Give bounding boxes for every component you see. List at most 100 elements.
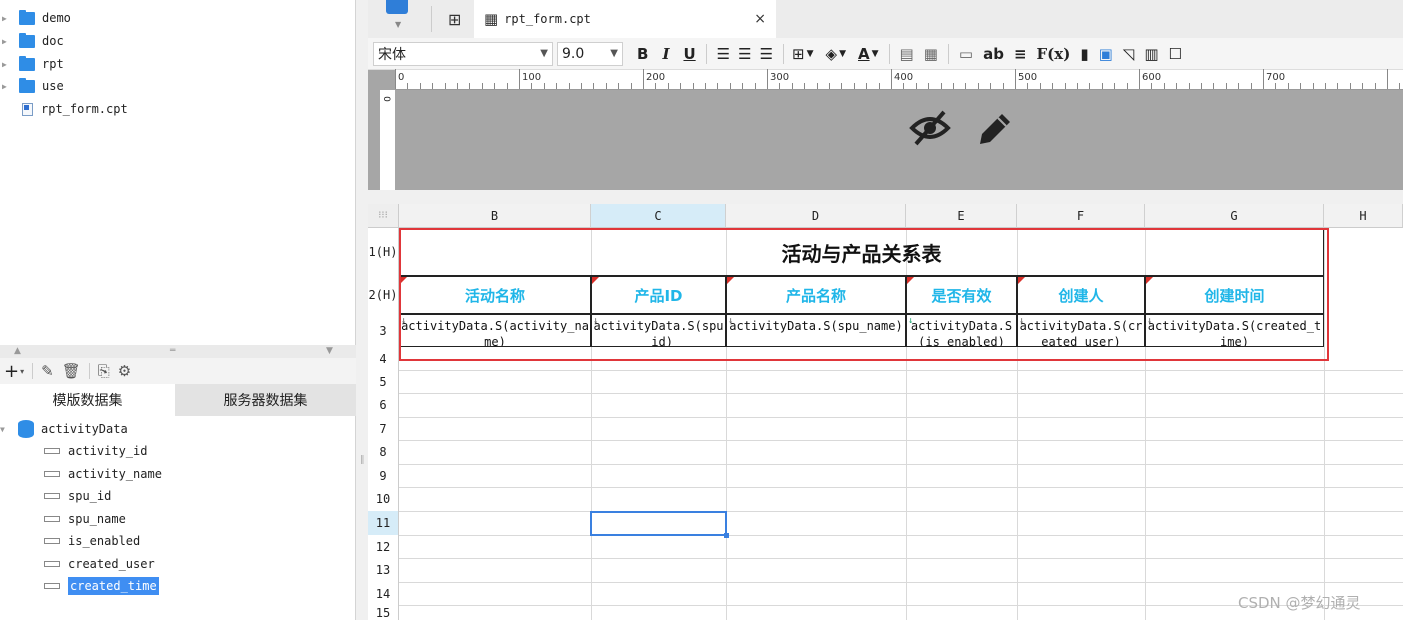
expand-arrow-icon[interactable]: ▶: [2, 82, 12, 91]
ruler-tick: [457, 83, 458, 89]
field-item[interactable]: spu_id: [44, 485, 111, 507]
ruler-tick: [395, 69, 396, 89]
field-item[interactable]: activity_id: [44, 440, 147, 462]
row-header[interactable]: 4: [368, 347, 399, 370]
expand-arrow-icon[interactable]: ▶: [2, 37, 12, 46]
fill-dropdown-icon[interactable]: ▼: [839, 49, 846, 59]
ruler-tick: [1139, 69, 1140, 89]
tree-item-use[interactable]: ▶ use: [0, 75, 64, 97]
split-cells-icon[interactable]: ▦: [924, 45, 938, 63]
row-header[interactable]: 11: [368, 511, 399, 535]
insert-subreport-icon[interactable]: ▥: [1144, 45, 1158, 63]
row-header[interactable]: 14: [368, 582, 399, 605]
font-size-select[interactable]: 9.0 ▼: [557, 41, 623, 66]
merge-cells-icon[interactable]: ▤: [900, 45, 914, 63]
row-header[interactable]: 13: [368, 558, 399, 582]
fill-color-icon[interactable]: ◈: [826, 45, 838, 63]
column-header-e[interactable]: E: [906, 204, 1017, 228]
insert-chart-icon[interactable]: ▮: [1080, 45, 1088, 63]
expand-arrow-icon[interactable]: ▶: [2, 14, 12, 23]
delete-dataset-icon[interactable]: 🗑: [62, 362, 81, 380]
add-dropdown-icon[interactable]: ▾: [20, 367, 24, 376]
collapse-down-icon[interactable]: ▼: [326, 346, 333, 356]
row-header[interactable]: 15: [368, 605, 399, 620]
app-menu-icon[interactable]: [386, 0, 408, 14]
edit-dataset-icon[interactable]: ✎: [41, 362, 54, 380]
column-header-c[interactable]: C: [591, 204, 726, 228]
italic-button[interactable]: I: [662, 45, 669, 63]
tree-item-rpt-form[interactable]: rpt_form.cpt: [0, 98, 128, 120]
bold-button[interactable]: B: [637, 45, 648, 63]
field-item[interactable]: is_enabled: [44, 530, 140, 552]
row-header[interactable]: 5: [368, 370, 399, 393]
align-right-icon[interactable]: ☰: [760, 45, 773, 63]
insert-text-field-icon[interactable]: ▭: [959, 45, 973, 63]
insert-image-icon[interactable]: ▣: [1099, 45, 1113, 63]
dataset-panel-divider[interactable]: ▲ ═ ▼: [0, 345, 356, 358]
active-cell-cursor[interactable]: [590, 511, 727, 536]
align-center-icon[interactable]: ☰: [738, 45, 751, 63]
tree-item-rpt[interactable]: ▶ rpt: [0, 53, 64, 75]
column-header-b[interactable]: B: [399, 204, 591, 228]
insert-richtext-icon[interactable]: ≡: [1014, 45, 1027, 63]
insert-more-icon[interactable]: ☐: [1169, 45, 1182, 63]
row-header[interactable]: 9: [368, 464, 399, 487]
app-menu-dropdown-icon[interactable]: ▼: [395, 20, 401, 29]
font-color-dropdown-icon[interactable]: ▼: [872, 49, 879, 59]
ruler-tick: [804, 83, 806, 89]
dataset-settings-icon[interactable]: ⚙: [118, 362, 131, 380]
font-family-select[interactable]: 宋体 ▼: [373, 41, 553, 66]
expand-arrow-icon[interactable]: ▶: [2, 60, 12, 69]
border-dropdown-icon[interactable]: ▼: [807, 49, 814, 59]
column-header-h[interactable]: H: [1324, 204, 1403, 228]
pencil-icon[interactable]: [972, 108, 1016, 148]
dataset-toolbar: + ▾ ✎ 🗑 ⎘ ⚙: [0, 358, 356, 384]
ruler-tick: [1374, 83, 1376, 89]
insert-formula-icon[interactable]: F(x): [1037, 45, 1071, 63]
row-header[interactable]: 12: [368, 535, 399, 558]
dataset-item[interactable]: ▼ activityData: [0, 418, 128, 440]
collapse-arrow-icon[interactable]: ▼: [0, 425, 14, 434]
tab-server-dataset[interactable]: 服务器数据集: [175, 384, 356, 416]
field-item[interactable]: created_user: [44, 553, 155, 575]
underline-button[interactable]: U: [683, 45, 695, 63]
tree-item-demo[interactable]: ▶ demo: [0, 7, 71, 29]
field-item-selected[interactable]: created_time: [44, 575, 159, 597]
row-header[interactable]: 10: [368, 487, 399, 511]
column-header-d[interactable]: D: [726, 204, 906, 228]
field-item[interactable]: spu_name: [44, 508, 126, 530]
row-header[interactable]: 6: [368, 393, 399, 417]
fill-handle[interactable]: [724, 533, 729, 538]
row-header[interactable]: 2(H): [368, 276, 399, 314]
ruler-tick: [1387, 69, 1388, 89]
column-header-g[interactable]: G: [1145, 204, 1324, 228]
ruler-tick: [965, 83, 967, 89]
tab-template-dataset[interactable]: 模版数据集: [0, 384, 175, 416]
select-all-corner[interactable]: ⁝⁝⁝: [368, 204, 399, 228]
collapse-up-icon[interactable]: ▲: [14, 346, 21, 356]
insert-text-icon[interactable]: ab: [983, 45, 1004, 63]
preview-dataset-icon[interactable]: ⎘: [98, 362, 110, 380]
insert-slash-icon[interactable]: ◹: [1123, 45, 1135, 63]
grid-line: [399, 464, 1403, 465]
align-left-icon[interactable]: ☰: [717, 45, 730, 63]
row-header[interactable]: 1(H): [368, 228, 399, 276]
hide-eye-icon[interactable]: [908, 108, 952, 148]
row-header[interactable]: 3: [368, 314, 399, 347]
border-icon[interactable]: ⊞: [792, 45, 805, 63]
spreadsheet-grid[interactable]: ⁝⁝⁝ B C D E F G H 1(H) 2(H) 3 4 5 6 7 8: [368, 204, 1403, 620]
toolbar-separator: [32, 363, 34, 379]
new-report-icon[interactable]: ⊞: [448, 10, 461, 29]
tab-rpt-form[interactable]: ▦ rpt_form.cpt ×: [474, 0, 776, 38]
font-color-icon[interactable]: A: [858, 45, 870, 63]
add-dataset-icon[interactable]: +: [4, 361, 19, 382]
drag-handle-icon[interactable]: ═: [170, 346, 175, 356]
field-label: spu_id: [68, 489, 112, 503]
tree-item-doc[interactable]: ▶ doc: [0, 30, 64, 52]
column-header-f[interactable]: F: [1017, 204, 1145, 228]
close-icon[interactable]: ×: [754, 11, 766, 27]
row-header[interactable]: 8: [368, 440, 399, 464]
row-header[interactable]: 7: [368, 417, 399, 440]
field-item[interactable]: activity_name: [44, 463, 162, 485]
grid-line: [399, 558, 1403, 559]
